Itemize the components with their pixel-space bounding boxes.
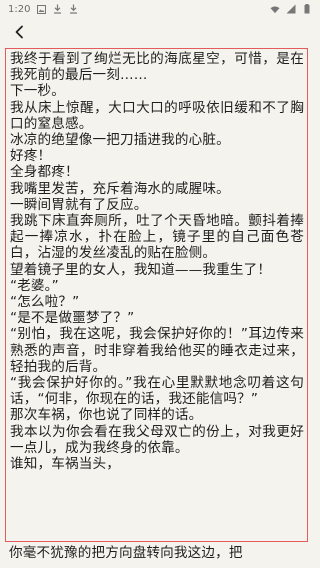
status-right (270, 4, 312, 14)
paragraph: “是不是做噩梦了？” (10, 310, 135, 327)
paragraph: 我终于看到了绚烂无比的海底星空，可惜，是在我死前的最后一刻…… (10, 51, 304, 84)
battery-icon (302, 4, 312, 14)
status-time: 1:20 (8, 3, 31, 15)
download-icon (52, 4, 62, 14)
paragraph: “老婆。” (10, 277, 59, 294)
paragraph: 我本以为你会看在我父母双亡的份上，对我更好一点儿，成为我终身的依靠。 (10, 423, 304, 456)
paragraph: 我嘴里发苦，充斥着海水的咸腥味。 (10, 180, 230, 197)
paragraph: 冰凉的绝望像一把刀插进我的心脏。 (10, 132, 230, 149)
paragraph: 我跳下床直奔厕所，吐了个天昏地暗。颤抖着捧起一捧凉水，扑在脸上，镜子里的自己面色… (10, 213, 304, 262)
toolbar (0, 18, 320, 46)
reader-text-frame: 我终于看到了绚烂无比的海底星空，可惜，是在我死前的最后一刻…… 下一秒。 我从床… (5, 48, 308, 542)
paragraph: 全身都疼！ (10, 164, 79, 181)
signal-icon (286, 4, 296, 14)
image-icon (36, 4, 46, 14)
overflow-text: 你毫不犹豫的把方向盘转向我这边，把 (9, 545, 243, 561)
paragraph: 谁知，车祸当头， (10, 456, 120, 473)
download-icon (68, 4, 78, 14)
paragraph: 好疼！ (10, 148, 52, 165)
paragraph: 那次车祸，你也说了同样的话。 (10, 407, 203, 424)
paragraph: “我会保护好你的。”我在心里默默地念叨着这句话，“何非，你现在的话，我还能信吗？… (10, 375, 304, 408)
status-bar: 1:20 (0, 0, 320, 18)
chevron-left-icon[interactable] (10, 23, 28, 41)
paragraph: 望着镜子里的女人，我知道——我重生了！ (10, 261, 272, 278)
paragraph: “怎么啦？” (10, 294, 80, 311)
paragraph: 我从床上惊醒，大口大口的呼吸依旧缓和不了胸口的窒息感。 (10, 99, 304, 132)
status-left: 1:20 (8, 4, 78, 15)
reader-overflow-line: 你毫不犹豫的把方向盘转向我这边，把 (9, 545, 314, 568)
wifi-icon (270, 4, 280, 14)
paragraph: 一瞬间胃就有了反应。 (10, 196, 148, 213)
paragraph: 下一秒。 (10, 83, 65, 100)
paragraph: “别怕，我在这呢，我会保护好你的！”耳边传来熟悉的声音，时非穿着我给他买的睡衣走… (10, 326, 304, 375)
